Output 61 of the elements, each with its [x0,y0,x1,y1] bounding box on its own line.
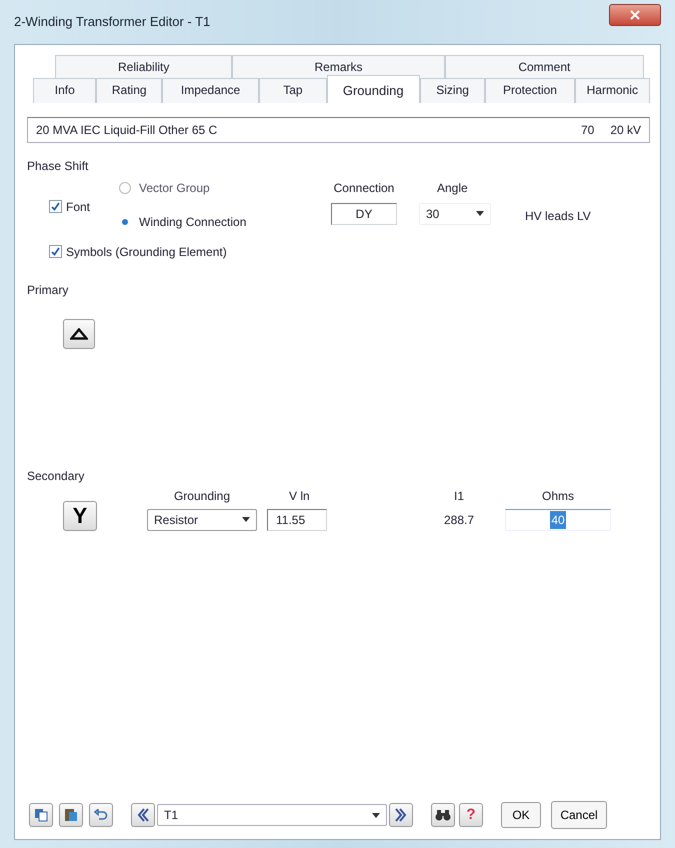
window-title: 2-Winding Transformer Editor - T1 [14,13,210,32]
clipboard-icon [64,808,78,822]
tab[interactable]: Rating [96,78,162,102]
find-button[interactable] [431,803,455,827]
tab[interactable]: Harmonic [574,78,650,102]
tab[interactable]: Reliability [55,55,232,78]
column-label: I1 [454,488,464,504]
copy-button[interactable] [29,803,53,827]
caret-icon [242,517,250,522]
section-title: Secondary [27,468,86,484]
help-button[interactable]: ? [459,803,483,827]
element-dropdown[interactable]: T1 [157,804,387,826]
next-button[interactable] [389,803,413,827]
tab[interactable]: Protection [485,78,575,102]
caret-icon [372,812,380,818]
close-icon [630,10,640,20]
column-label: V ln [289,488,311,504]
section-title: Phase Shift [27,158,90,174]
checkbox-label: Font [66,198,90,216]
phase-note: HV leads LV [525,208,591,222]
column-label: Connection [334,180,394,196]
copy-icon [34,808,48,822]
cancel-button[interactable]: Cancel [551,801,607,829]
column-label: Angle [437,180,469,196]
angle-dropdown[interactable]: 30 [419,202,491,224]
tab[interactable]: Impedance [162,78,260,102]
previous-button[interactable] [131,803,155,827]
chevron-right-icon [395,808,407,822]
tab[interactable]: Grounding [326,75,420,102]
column-label: Ohms [542,488,574,504]
delta-symbol-button[interactable] [63,318,95,348]
undo-icon [94,809,108,821]
caret-icon [476,211,484,216]
wye-symbol-button[interactable]: Y [63,500,97,530]
tab[interactable]: Comment [444,55,644,78]
close-button[interactable] [609,4,661,26]
rating-summary: 20 MVA IEC Liquid-Fill Other 65 C [36,122,218,138]
ok-button[interactable]: OK [501,802,541,828]
radio-label: Winding Connection [139,214,246,230]
tab[interactable]: Remarks [232,55,445,78]
column-label: Grounding [174,488,230,504]
voltage-value: 20 kV [610,122,641,138]
current-value: 288.7 [444,512,474,528]
tab[interactable]: Info [33,78,96,102]
voltage-field[interactable]: 11.55 [267,508,327,530]
binoculars-icon [435,809,451,821]
ohms-field[interactable]: 40 [505,508,611,530]
tab[interactable]: Sizing [420,78,486,102]
paste-button[interactable] [59,803,83,827]
font-checkbox[interactable] [49,200,62,213]
connection-field[interactable]: DY [331,202,397,224]
checkbox-label: Symbols (Grounding Element) [66,244,227,260]
info-value: 70 [580,122,594,138]
tab[interactable]: Tap [259,78,327,102]
undo-button[interactable] [89,803,113,827]
section-title: Primary [27,282,70,298]
symbols-checkbox[interactable] [49,245,62,258]
grounding-dropdown[interactable]: Resistor [147,508,257,530]
radio-label: Vector Group [139,180,210,196]
chevron-left-icon [137,808,149,822]
triangle-icon [70,328,88,340]
